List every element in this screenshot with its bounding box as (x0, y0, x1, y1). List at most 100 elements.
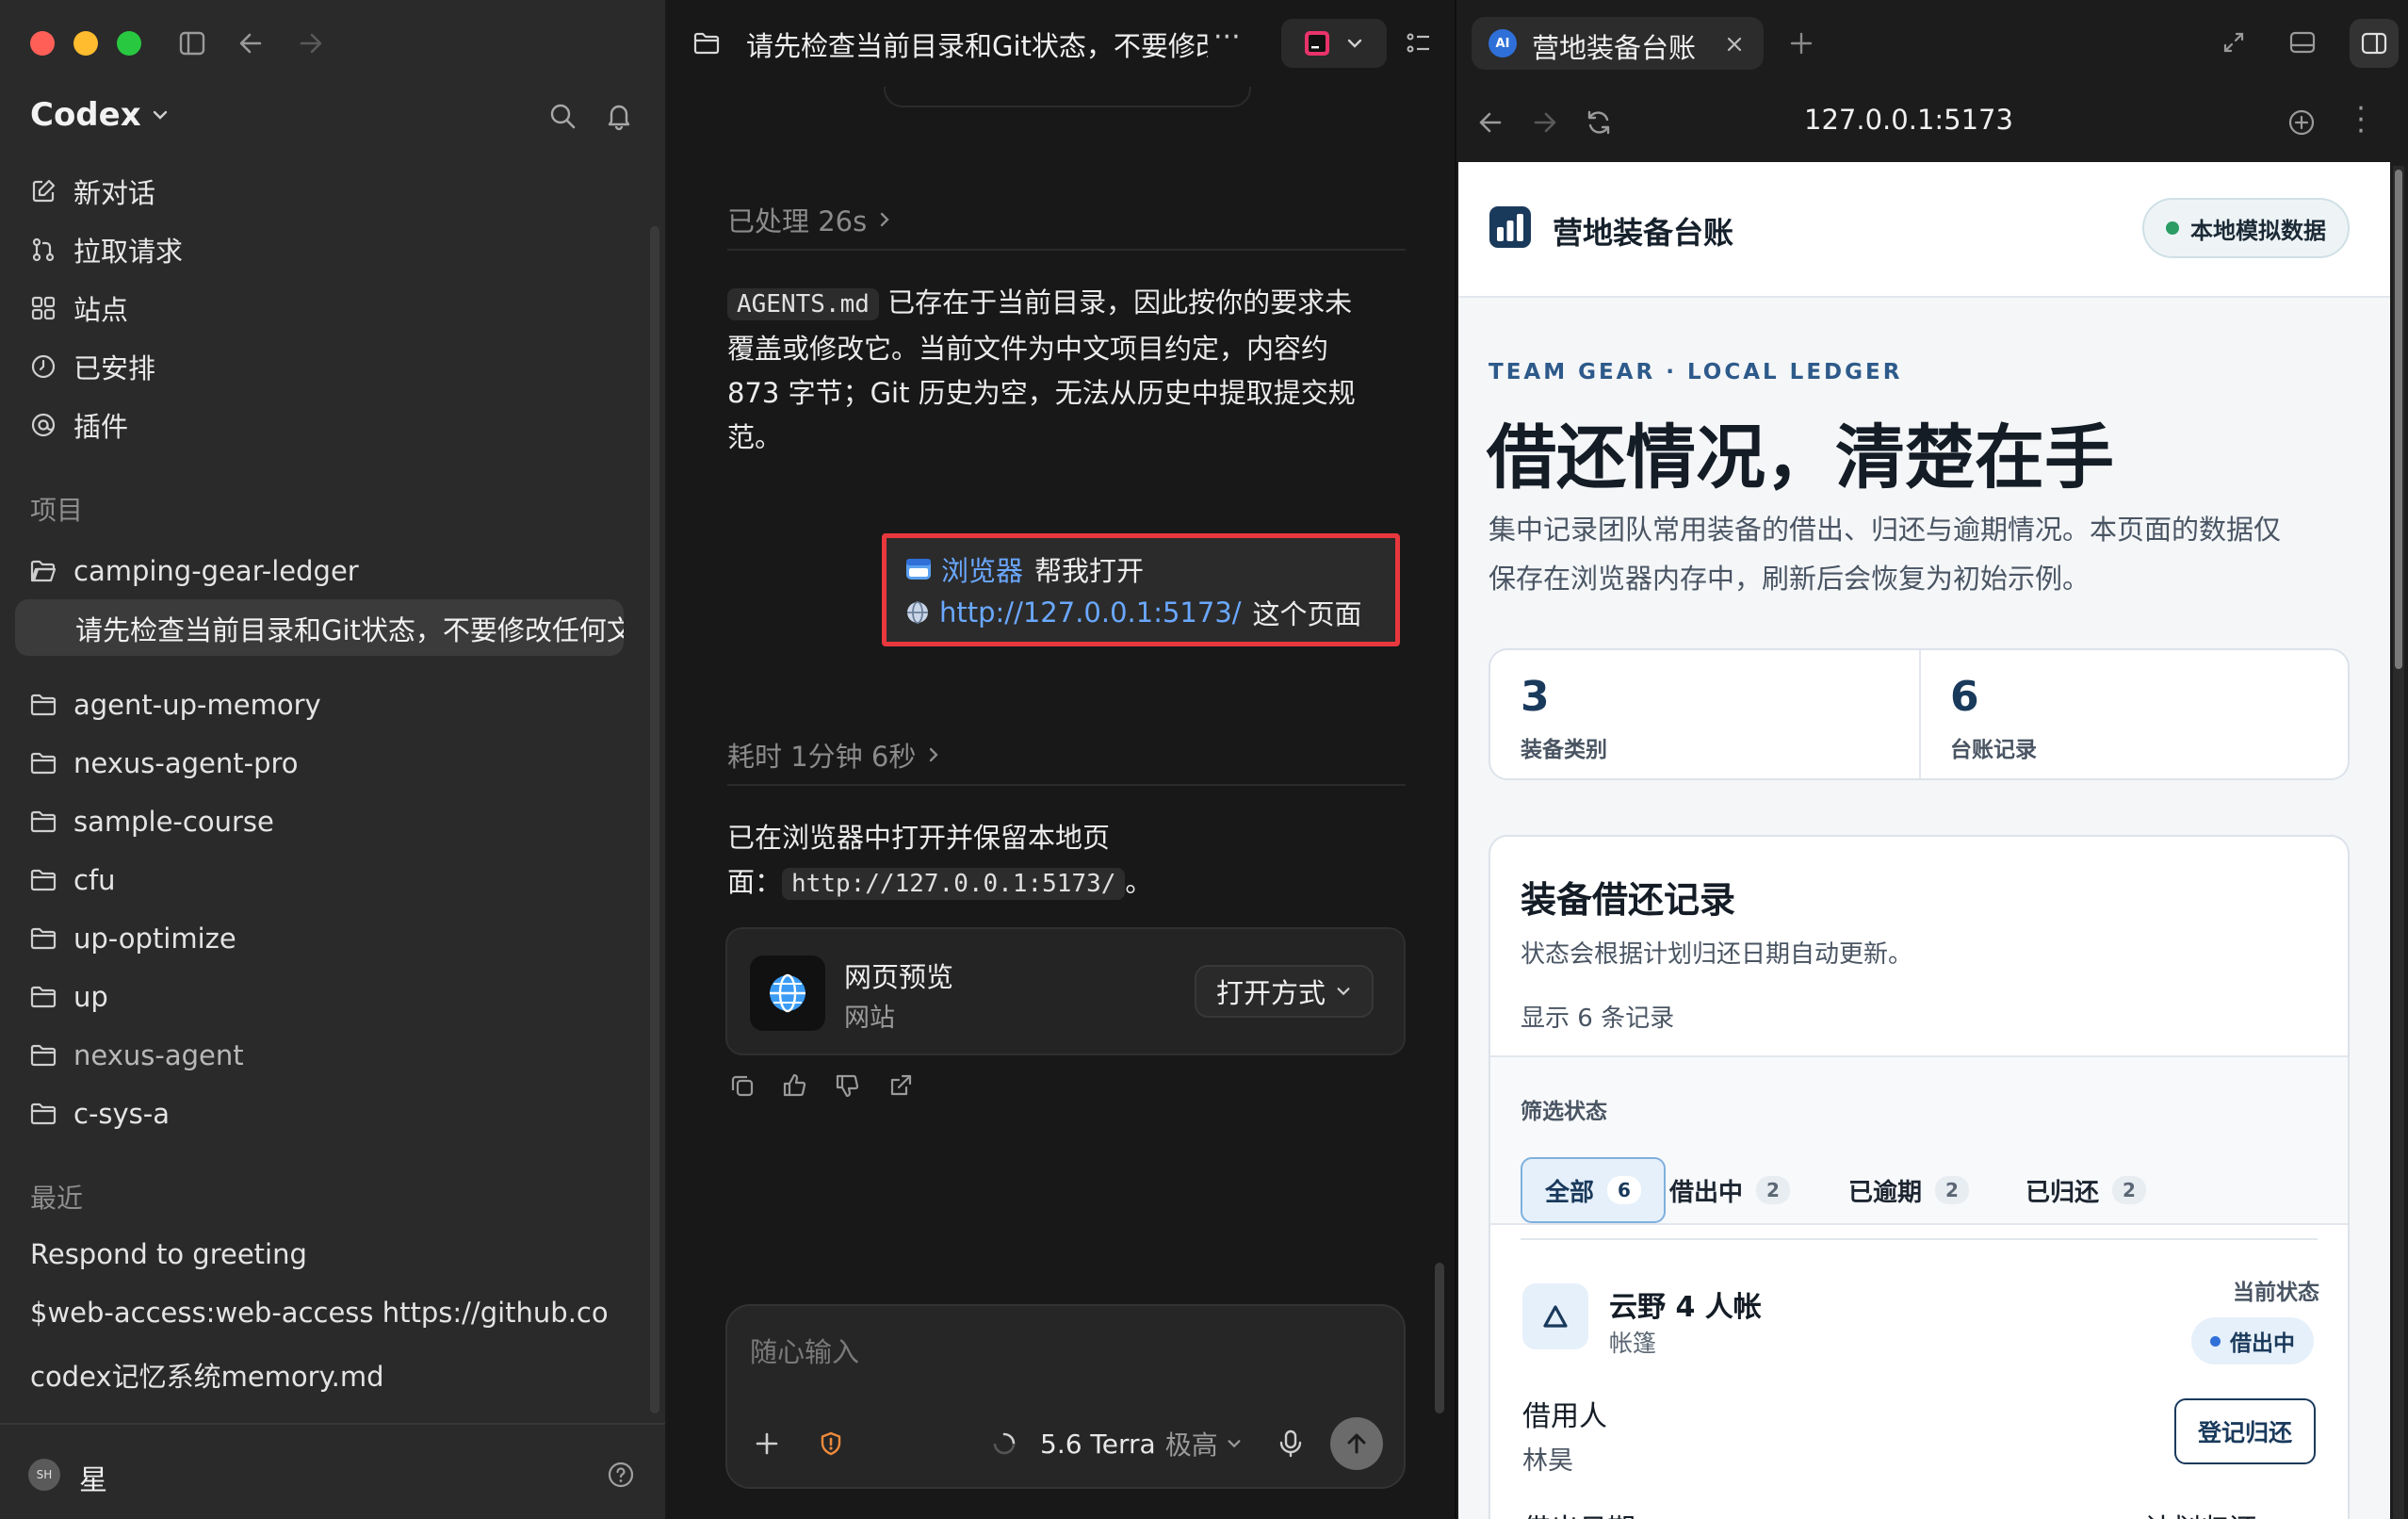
send-button[interactable] (1330, 1417, 1383, 1470)
more-options-button[interactable]: ··· (1213, 21, 1241, 54)
filter-chip-all[interactable]: 全部 6 (1521, 1157, 1666, 1223)
active-thread[interactable]: 请先检查当前目录和Git状态，不要修改任何文件 (15, 599, 624, 656)
message-text: 帮我打开 (1034, 555, 1145, 587)
bell-icon[interactable] (605, 101, 633, 131)
folder-icon (30, 986, 57, 1008)
preview-subtitle: 网站 (844, 1004, 895, 1033)
help-icon[interactable] (607, 1461, 635, 1489)
project-item[interactable]: c-sys-a (30, 1095, 170, 1133)
register-return-button[interactable]: 登记归还 (2174, 1398, 2316, 1464)
recent-item[interactable]: $web-access:web-access https://github.co… (30, 1297, 609, 1329)
close-tab-icon[interactable] (1726, 36, 1743, 53)
folder-icon (30, 927, 57, 950)
sidebar-toggle-icon[interactable] (179, 30, 205, 57)
url-link[interactable]: http://127.0.0.1:5173/ (939, 596, 1242, 629)
nav-scheduled[interactable]: 已安排 (30, 347, 155, 386)
close-window-button[interactable] (30, 31, 55, 56)
message-text: 面： (727, 866, 783, 898)
project-label: agent-up-memory (73, 689, 321, 721)
edit-icon (32, 179, 56, 203)
browser-mention-link[interactable]: 浏览器 (941, 549, 1023, 589)
project-item[interactable]: camping-gear-ledger (30, 552, 359, 590)
browser-tab[interactable]: AI 营地装备台账 (1472, 17, 1764, 70)
filter-chip-borrowed[interactable]: 借出中 2 (1647, 1157, 1813, 1223)
expand-icon[interactable] (2221, 30, 2246, 55)
chevron-right-icon (881, 212, 889, 227)
forward-arrow-icon[interactable] (298, 30, 324, 57)
bar-chart-logo-icon (1489, 206, 1531, 248)
recent-item[interactable]: codex记忆系统memory.md (30, 1355, 609, 1395)
assistant-message-2: 已在浏览器中打开并保留本地页 面： http://127.0.0.1:5173/。 (727, 816, 1424, 906)
back-arrow-icon[interactable] (1477, 109, 1504, 136)
eyebrow-label: TEAM GEAR · LOCAL LEDGER (1489, 360, 1903, 384)
message-text: 这个页面 (1252, 598, 1362, 630)
microphone-icon[interactable] (1277, 1429, 1304, 1459)
recent-item[interactable]: Respond to greeting (30, 1238, 609, 1270)
project-label: c-sys-a (73, 1098, 171, 1130)
status-badge-label: 本地模拟数据 (2190, 217, 2326, 244)
nav-pull-requests[interactable]: 拉取请求 (30, 230, 183, 270)
project-item[interactable]: agent-up-memory (30, 686, 321, 724)
processed-label: 已处理 26s (727, 205, 868, 237)
borrow-date-label: 借出日期 (1522, 1506, 1635, 1519)
filter-chip-overdue[interactable]: 已逾期 2 (1826, 1157, 1992, 1223)
plugin-icon (31, 413, 56, 437)
browser-panel: AI 营地装备台账 127.0.0.1:5173 · · · 营地装备台账 本地模拟… (1456, 0, 2408, 1519)
project-item[interactable]: cfu (30, 861, 116, 899)
avatar[interactable]: SH (28, 1459, 60, 1491)
chat-scrollbar[interactable] (1435, 1263, 1444, 1413)
status-badge-label: 借出中 (2230, 1331, 2295, 1356)
address-bar[interactable]: 127.0.0.1:5173 (1645, 104, 2172, 136)
ide-switcher-button[interactable] (1281, 19, 1387, 68)
project-label: cfu (73, 864, 116, 896)
task-list-icon[interactable] (1406, 30, 1432, 57)
reload-icon[interactable] (1585, 108, 1613, 137)
elapsed-label: 耗时 1分钟 6秒 (727, 741, 917, 773)
plus-icon[interactable] (754, 1430, 780, 1457)
nav-label: 拉取请求 (73, 236, 184, 268)
nav-sites[interactable]: 站点 (30, 288, 128, 328)
back-arrow-icon[interactable] (237, 30, 264, 57)
page-scrollbar[interactable] (2395, 170, 2402, 669)
processed-toggle[interactable]: 已处理 26s (727, 200, 893, 239)
thumbs-up-icon[interactable] (782, 1072, 808, 1099)
user-name[interactable]: 星 (79, 1457, 107, 1498)
thumbs-down-icon[interactable] (835, 1072, 861, 1099)
search-icon[interactable] (548, 102, 577, 130)
web-preview-card[interactable]: 网页预览 网站 打开方式 (725, 927, 1406, 1055)
app-switcher[interactable]: Codex (30, 96, 170, 134)
project-item[interactable]: up-optimize (30, 920, 236, 957)
tab-favicon: AI (1489, 29, 1517, 57)
status-dot (2210, 1335, 2221, 1347)
maximize-window-button[interactable] (117, 31, 141, 56)
panel-right-icon (2361, 32, 2387, 55)
new-tab-icon[interactable] (1788, 30, 1814, 57)
elapsed-toggle[interactable]: 耗时 1分钟 6秒 (727, 735, 942, 775)
add-annotation-icon[interactable] (2287, 108, 2316, 137)
forward-arrow-icon[interactable] (1532, 109, 1558, 136)
page-header: 营地装备台账 本地模拟数据 (1458, 162, 2390, 298)
sidebar-scrollbar[interactable] (650, 226, 659, 1413)
open-with-button[interactable]: 打开方式 (1195, 965, 1374, 1018)
filter-chip-returned[interactable]: 已归还 2 (2003, 1157, 2169, 1223)
model-selector[interactable]: 5.6 Terra 极高 (1040, 1425, 1243, 1462)
message-input[interactable]: 随心输入 (750, 1331, 1372, 1370)
status-label: 当前状态 (2233, 1281, 2319, 1305)
project-item[interactable]: nexus-agent-pro (30, 744, 299, 782)
minimize-window-button[interactable] (73, 31, 98, 56)
browser-menu-button[interactable]: · · · (2351, 95, 2370, 146)
project-item[interactable]: nexus-agent (30, 1037, 244, 1074)
share-icon[interactable] (887, 1072, 914, 1099)
nav-plugins[interactable]: 插件 (30, 405, 128, 445)
copy-icon[interactable] (729, 1072, 756, 1099)
panel-bottom-icon[interactable] (2289, 30, 2316, 55)
nav-new-chat[interactable]: 新对话 (30, 172, 155, 211)
project-item[interactable]: sample-course (30, 803, 274, 841)
shield-alert-icon[interactable] (818, 1430, 844, 1457)
message-text: 覆盖或修改它。当前文件为中文项目约定，内容约 (727, 333, 1329, 365)
folder-icon (30, 1044, 57, 1067)
message-text: 已在浏览器中打开并保留本地页 (727, 822, 1111, 854)
panel-right-button[interactable] (2350, 19, 2399, 68)
chevron-down-icon (1228, 1440, 1241, 1448)
project-item[interactable]: up (30, 978, 108, 1016)
